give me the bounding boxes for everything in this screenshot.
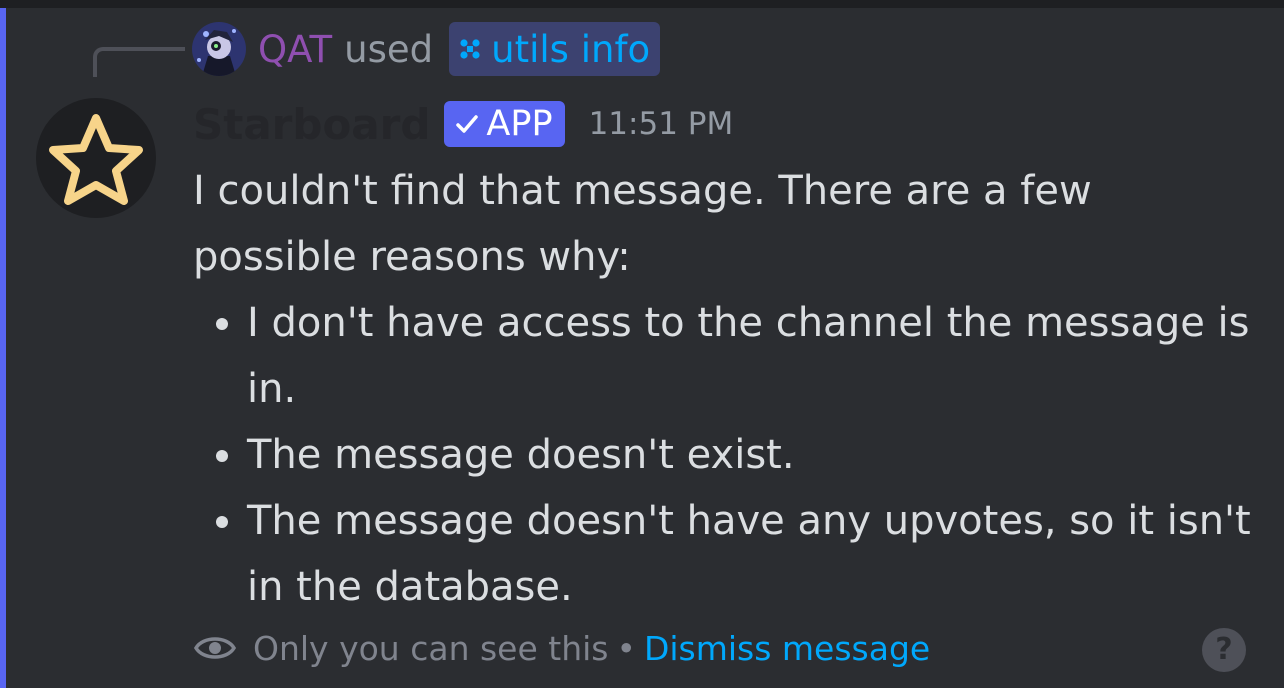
- reference-used-text: used: [344, 27, 434, 71]
- app-badge-label: APP: [486, 104, 553, 144]
- command-mention[interactable]: utils info: [449, 22, 661, 76]
- list-item: The message doesn't exist.: [247, 422, 1253, 488]
- highlight-bar: [0, 8, 6, 688]
- reply-spine: [93, 47, 185, 77]
- author-name[interactable]: Starboard: [193, 100, 430, 149]
- ephemeral-footer: Only you can see this • Dismiss message: [193, 622, 930, 674]
- checkmark-icon: [456, 115, 479, 133]
- list-item: The message doesn't have any upvotes, so…: [247, 488, 1253, 620]
- reference-username[interactable]: QAT: [258, 28, 332, 71]
- message-header: Starboard APP 11:51 PM: [193, 96, 733, 152]
- bot-avatar[interactable]: [36, 98, 156, 218]
- separator-dot: •: [616, 628, 636, 668]
- user-avatar-icon[interactable]: [192, 22, 246, 76]
- command-name: utils info: [491, 27, 651, 71]
- visibility-note: Only you can see this: [253, 628, 609, 668]
- timestamp[interactable]: 11:51 PM: [589, 106, 734, 142]
- list-item: I don't have access to the channel the m…: [247, 290, 1253, 422]
- message-intro: I couldn't find that message. There are …: [193, 168, 1092, 280]
- message-content: I couldn't find that message. There are …: [193, 158, 1253, 620]
- app-badge: APP: [444, 101, 565, 147]
- slash-command-icon: [460, 39, 480, 59]
- star-icon: [49, 114, 143, 205]
- command-reference: QAT used utils info: [258, 22, 661, 76]
- dismiss-message-link[interactable]: Dismiss message: [644, 629, 930, 668]
- reasons-list: I don't have access to the channel the m…: [193, 290, 1253, 620]
- help-button[interactable]: ?: [1202, 628, 1246, 672]
- eye-icon: [193, 637, 237, 659]
